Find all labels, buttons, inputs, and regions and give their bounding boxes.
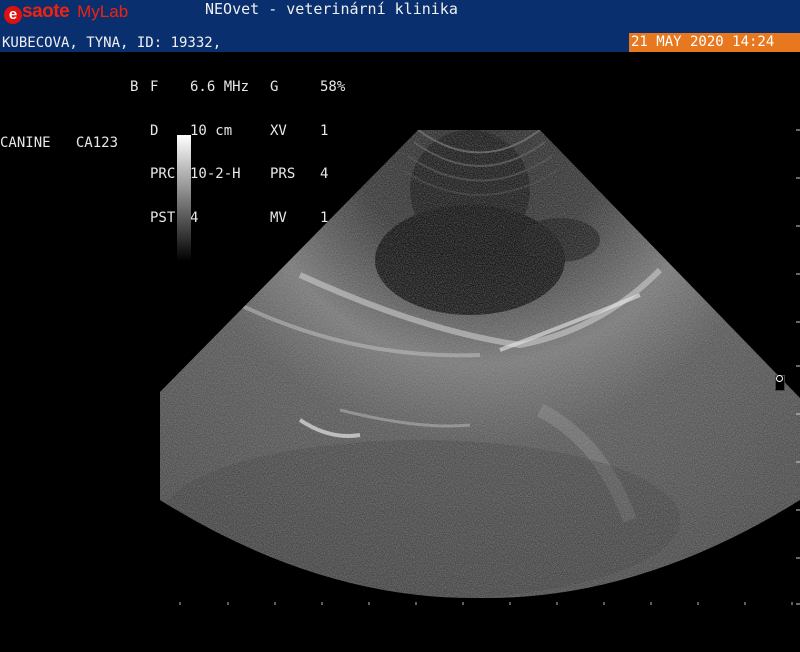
patient-info: KUBECOVA, TYNA, ID: 19332, [2, 35, 222, 51]
header-bar: e saote MyLab NEOvet - veterinární klini… [0, 0, 800, 52]
focus-dot-icon [776, 375, 783, 382]
logo-brand-text: saote [22, 1, 70, 22]
mode-label: B [130, 79, 139, 95]
depth-scale [796, 129, 800, 605]
param-row: PRC 10-2-H PRS 4 [130, 167, 350, 182]
param-key: XV [270, 122, 287, 139]
param-row: D 10 cm XV 1 [130, 122, 350, 139]
param-value: 4 [320, 166, 329, 182]
param-value: 1 [320, 122, 329, 139]
acquisition-parameters: B F 6.6 MHz G 58% D 10 cm XV 1 PRC 10-2-… [130, 51, 350, 240]
param-value: 1 [320, 209, 329, 226]
clinic-name: NEOvet - veterinární klinika [205, 0, 458, 18]
param-value: 58% [320, 79, 346, 95]
param-key: F [150, 79, 159, 95]
param-row: PST 4 MV 1 [130, 209, 350, 226]
param-value: 10-2-H [190, 166, 241, 182]
logo-product-text: MyLab [77, 2, 129, 21]
date-time-badge: 21 MAY 2020 14:24 [629, 33, 800, 52]
param-value: 4 [190, 209, 199, 226]
probe-label: CA123 [75, 135, 119, 151]
lateral-scale [179, 602, 793, 605]
param-key: PRS [270, 166, 296, 182]
logo-e-icon: e [4, 6, 22, 24]
param-row: B F 6.6 MHz G 58% [130, 80, 350, 95]
grayscale-bar [177, 135, 191, 261]
param-key: MV [270, 209, 287, 226]
species-label: CANINE [0, 135, 51, 151]
esaote-logo: e saote MyLab [4, 1, 128, 27]
param-value: 10 cm [190, 122, 233, 139]
ultrasound-image [160, 130, 800, 599]
exam-preset: CANINE CA123 [0, 135, 118, 151]
param-value: 6.6 MHz [190, 79, 250, 95]
param-key: G [270, 79, 279, 95]
